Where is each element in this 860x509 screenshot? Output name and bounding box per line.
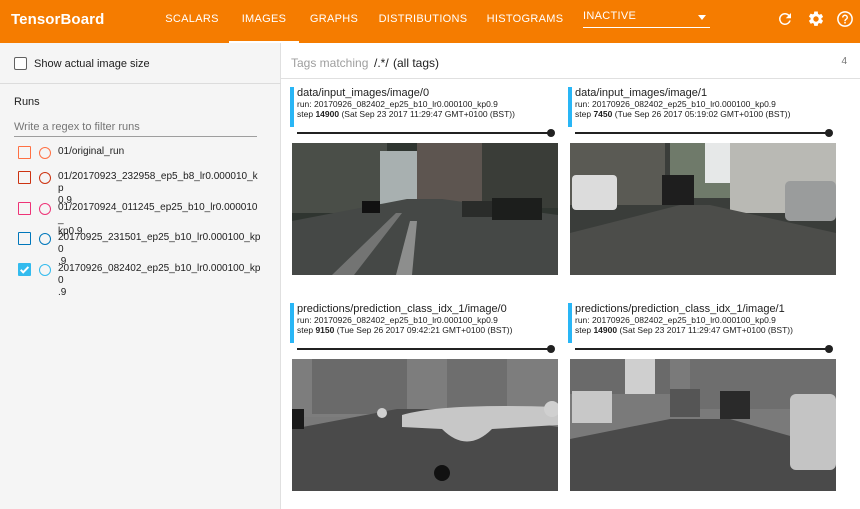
tab-graphs[interactable]: GRAPHS (299, 0, 369, 43)
image-card-title: predictions/prediction_class_idx_1/image… (575, 303, 785, 315)
refresh-icon[interactable] (776, 10, 794, 28)
step-slider-track (297, 132, 549, 134)
run-label: 20170926_082402_ep25_b10_lr0.000100_kp0.… (58, 263, 261, 298)
tags-count: 4 (841, 56, 847, 67)
tags-matching-label: Tags matching (291, 56, 369, 70)
tab-histograms[interactable]: HISTOGRAMS (477, 0, 573, 43)
tags-filter-bar[interactable]: Tags matching /.*/ (all tags) 4 (281, 43, 860, 79)
street-scene-image (570, 143, 836, 275)
image-card-step: step 14900 (Sat Sep 23 2017 11:29:47 GMT… (297, 109, 515, 119)
step-slider[interactable] (575, 129, 833, 137)
run-checkbox[interactable] (18, 232, 31, 245)
image-card-run: run: 20170926_082402_ep25_b10_lr0.000100… (575, 99, 776, 109)
step-slider-track (575, 132, 827, 134)
sidebar: Show actual image size Runs 01/original_… (0, 43, 281, 509)
step-slider-knob[interactable] (825, 129, 833, 137)
image-card-run: run: 20170926_082402_ep25_b10_lr0.000100… (575, 315, 776, 325)
image-card: predictions/prediction_class_idx_1/image… (290, 303, 560, 503)
image-card-header: data/input_images/image/1 run: 20170926_… (568, 87, 838, 127)
image-card-run: run: 20170926_082402_ep25_b10_lr0.000100… (297, 315, 498, 325)
main-panel: Tags matching /.*/ (all tags) 4 data/inp… (281, 43, 860, 509)
tab-distributions[interactable]: DISTRIBUTIONS (369, 0, 477, 43)
image-card-header: predictions/prediction_class_idx_1/image… (568, 303, 838, 343)
run-item[interactable]: 20170926_082402_ep25_b10_lr0.000100_kp0.… (18, 263, 268, 299)
segmentation-mask-image (292, 359, 558, 491)
run-color-circle (39, 233, 51, 245)
run-label: 01/original_run (58, 146, 125, 157)
app-title: TensorBoard (11, 11, 105, 28)
inactive-dropdown-label: INACTIVE (583, 10, 637, 22)
step-slider-track (575, 348, 827, 350)
image-card-title: predictions/prediction_class_idx_1/image… (297, 303, 507, 315)
chevron-down-icon (698, 15, 706, 20)
tags-all-label: (all tags) (393, 56, 440, 70)
show-actual-size-checkbox[interactable] (14, 57, 27, 70)
runs-filter-input[interactable] (14, 117, 257, 137)
image-card-title: data/input_images/image/0 (297, 87, 430, 99)
top-bar: TensorBoard SCALARS IMAGES GRAPHS DISTRI… (0, 0, 860, 43)
step-slider[interactable] (297, 345, 555, 353)
image-card-step: step 9150 (Tue Sep 26 2017 09:42:21 GMT+… (297, 325, 513, 335)
run-color-circle (39, 203, 51, 215)
help-icon[interactable] (836, 10, 854, 28)
image-card-step: step 7450 (Tue Sep 26 2017 05:19:02 GMT+… (575, 109, 791, 119)
run-checkbox[interactable] (18, 146, 31, 159)
image-card-header: data/input_images/image/0 run: 20170926_… (290, 87, 560, 127)
step-slider[interactable] (575, 345, 833, 353)
image-card-title: data/input_images/image/1 (575, 87, 708, 99)
runs-title: Runs (14, 96, 40, 108)
inactive-dropdown[interactable]: INACTIVE (583, 10, 710, 28)
step-slider-knob[interactable] (825, 345, 833, 353)
run-item[interactable]: 01/original_run (18, 146, 268, 159)
step-slider-knob[interactable] (547, 345, 555, 353)
step-slider-knob[interactable] (547, 129, 555, 137)
image-card: data/input_images/image/0 run: 20170926_… (290, 87, 560, 287)
tab-scalars[interactable]: SCALARS (155, 0, 229, 43)
run-color-circle (39, 172, 51, 184)
check-icon (20, 266, 30, 274)
show-actual-size-label: Show actual image size (34, 57, 150, 70)
image-card: data/input_images/image/1 run: 20170926_… (568, 87, 838, 287)
segmentation-mask-image (570, 359, 836, 491)
sidebar-divider (0, 83, 281, 84)
show-actual-size-toggle[interactable]: Show actual image size (14, 57, 150, 70)
settings-icon[interactable] (807, 10, 825, 28)
run-color-circle (39, 147, 51, 159)
image-card: predictions/prediction_class_idx_1/image… (568, 303, 838, 503)
step-slider[interactable] (297, 129, 555, 137)
run-color-circle (39, 264, 51, 276)
run-checkbox[interactable] (18, 171, 31, 184)
image-card-step: step 14900 (Sat Sep 23 2017 11:29:47 GMT… (575, 325, 793, 335)
run-checkbox[interactable] (18, 202, 31, 215)
image-card-run: run: 20170926_082402_ep25_b10_lr0.000100… (297, 99, 498, 109)
tab-images[interactable]: IMAGES (229, 0, 299, 43)
image-card-header: predictions/prediction_class_idx_1/image… (290, 303, 560, 343)
tags-regex-input[interactable]: /.*/ (374, 56, 389, 70)
street-scene-image (292, 143, 558, 275)
step-slider-track (297, 348, 549, 350)
run-checkbox[interactable] (18, 263, 31, 276)
